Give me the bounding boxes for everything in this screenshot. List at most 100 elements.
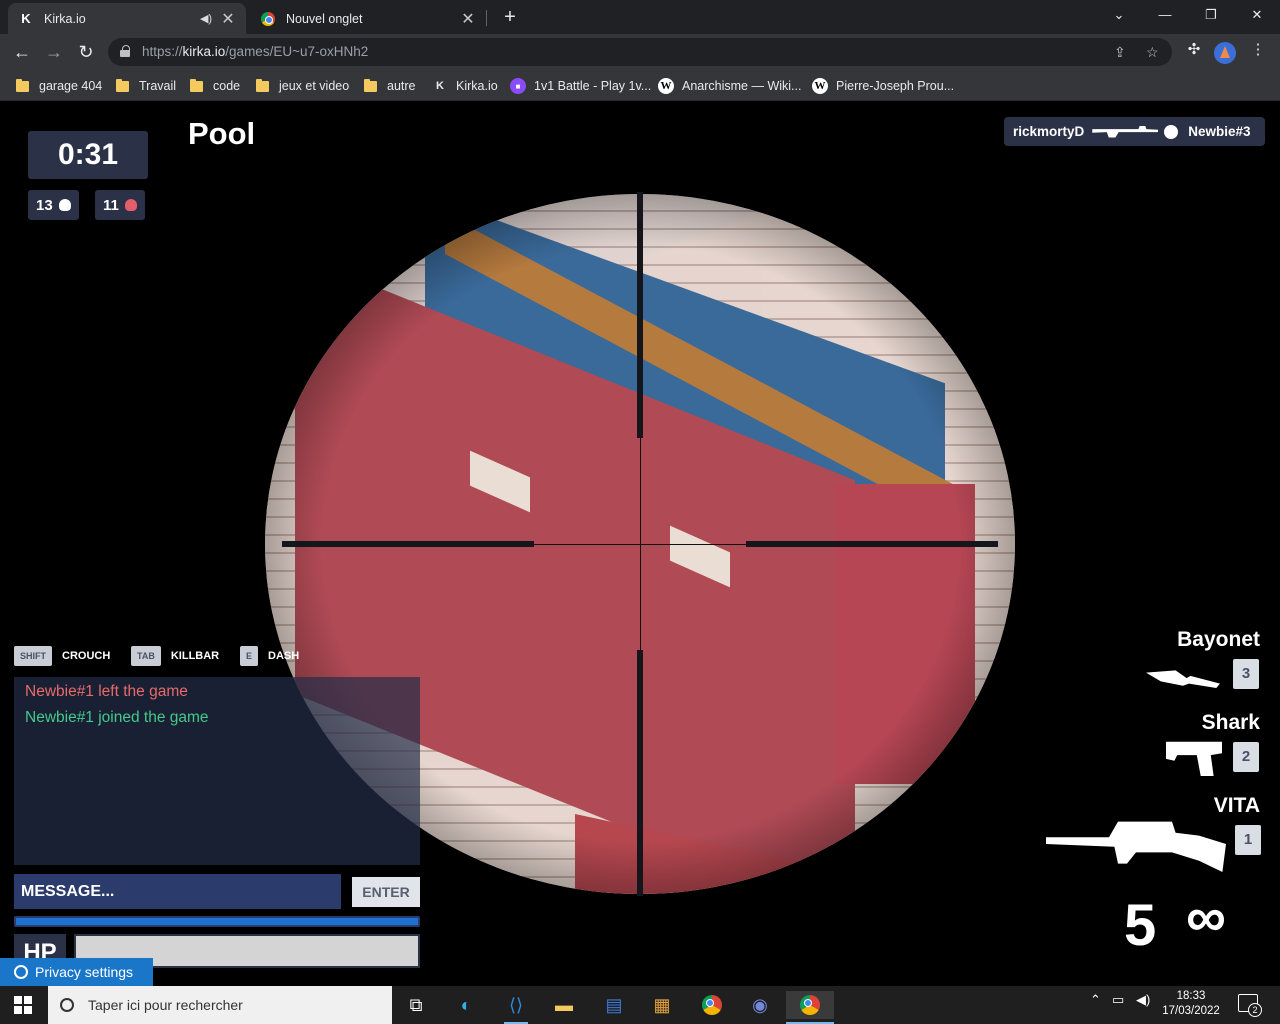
bookmark-kirka[interactable]: K Kirka.io bbox=[432, 76, 498, 96]
keycap-tab: TAB bbox=[131, 646, 161, 666]
taskbar-search[interactable]: Taper ici pour rechercher bbox=[48, 986, 392, 1024]
tab-search-icon[interactable]: ⌄ bbox=[1096, 0, 1142, 34]
privacy-settings-button[interactable]: Privacy settings bbox=[0, 958, 153, 986]
back-button[interactable]: ← bbox=[8, 38, 36, 66]
new-tab-button[interactable]: + bbox=[498, 5, 522, 29]
reload-button[interactable]: ↻ bbox=[72, 38, 100, 66]
share-icon[interactable]: ⇪ bbox=[1114, 44, 1126, 61]
volume-icon[interactable]: ◀) bbox=[1136, 992, 1150, 1008]
bookmark-1v1-battle[interactable]: ■ 1v1 Battle - Play 1v... bbox=[510, 76, 651, 96]
search-icon bbox=[60, 998, 74, 1012]
chat-enter-button[interactable]: ENTER bbox=[352, 877, 420, 907]
menu-icon[interactable]: ⋮ bbox=[1246, 40, 1270, 58]
bookmark-autre[interactable]: autre bbox=[364, 76, 416, 96]
bookmark-code[interactable]: code bbox=[190, 76, 240, 96]
tab-new-tab[interactable]: Nouvel onglet ✕ bbox=[250, 3, 486, 34]
profile-avatar[interactable] bbox=[1214, 42, 1236, 64]
notification-badge: 2 bbox=[1248, 1003, 1262, 1017]
crosshair-line bbox=[534, 544, 746, 545]
folder-icon bbox=[16, 78, 29, 92]
notepad-icon[interactable]: ▤ bbox=[600, 991, 628, 1019]
bookmark-proudhon[interactable]: W Pierre-Joseph Prou... bbox=[812, 76, 954, 96]
search-placeholder: Taper ici pour rechercher bbox=[88, 997, 243, 1013]
privacy-label: Privacy settings bbox=[35, 964, 134, 980]
hint-crouch: SHIFT CROUCH bbox=[14, 646, 110, 666]
speaker-icon[interactable]: ◀) bbox=[198, 12, 214, 25]
bookmark-star-icon[interactable]: ☆ bbox=[1146, 44, 1159, 61]
folder-icon bbox=[364, 78, 377, 92]
address-bar[interactable]: https://kirka.io/games/EU~u7-oxHNh2 ⇪ ☆ bbox=[108, 38, 1172, 66]
forward-button[interactable]: → bbox=[40, 38, 68, 66]
hint-label: CROUCH bbox=[62, 650, 111, 662]
chat-message: Newbie#1 left the game bbox=[25, 683, 188, 700]
keycap-shift: SHIFT bbox=[14, 646, 52, 666]
file-explorer-icon[interactable]: ▬ bbox=[550, 991, 578, 1019]
chevron-up-icon[interactable]: ⌃ bbox=[1090, 992, 1101, 1008]
skull-icon bbox=[58, 199, 71, 211]
browser-toolbar: ← → ↻ https://kirka.io/games/EU~u7-oxHNh… bbox=[0, 34, 1280, 70]
hint-killbar: TAB KILLBAR bbox=[131, 646, 219, 666]
sniper-rifle-icon bbox=[1092, 125, 1159, 138]
hint-dash: E DASH bbox=[240, 646, 299, 666]
victim-name: Newbie#3 bbox=[1188, 124, 1251, 139]
bookmark-travail[interactable]: Travail bbox=[116, 76, 176, 96]
hint-label: DASH bbox=[268, 650, 300, 662]
bookmark-garage-404[interactable]: garage 404 bbox=[16, 76, 102, 96]
tab-title: Kirka.io bbox=[44, 11, 86, 26]
close-window-button[interactable]: ✕ bbox=[1234, 0, 1280, 34]
chrome-icon[interactable] bbox=[698, 991, 726, 1019]
sniper-rifle-icon bbox=[1046, 821, 1226, 872]
network-icon[interactable]: ▭ bbox=[1112, 992, 1124, 1008]
weapon-name-bayonet: Bayonet bbox=[1177, 628, 1260, 651]
chat-log: Newbie#1 left the game Newbie#1 joined t… bbox=[14, 677, 420, 865]
deaths-counter: 11 bbox=[95, 190, 145, 220]
clock-time: 18:33 bbox=[1176, 990, 1206, 1002]
discord-icon[interactable]: ◉ bbox=[746, 991, 774, 1019]
extensions-icon[interactable]: ✣ bbox=[1182, 40, 1206, 58]
weapon-slot-2[interactable]: 2 bbox=[1233, 742, 1259, 772]
url-text[interactable]: https://kirka.io/games/EU~u7-oxHNh2 bbox=[142, 44, 368, 59]
gear-icon bbox=[14, 965, 28, 979]
close-tab-icon[interactable]: ✕ bbox=[220, 9, 236, 29]
minimize-button[interactable]: — bbox=[1142, 0, 1188, 34]
bookmarks-bar: garage 404 Travail code jeux et video au… bbox=[0, 70, 1280, 101]
pistol-icon bbox=[1166, 741, 1222, 776]
chat-message-input[interactable]: MESSAGE... bbox=[14, 874, 341, 909]
tab-kirka[interactable]: K Kirka.io ◀) ✕ bbox=[8, 3, 246, 34]
killfeed-entry: rickmortyD Newbie#3 bbox=[1004, 117, 1265, 146]
killer-name: rickmortyD bbox=[1013, 124, 1085, 139]
close-tab-icon[interactable]: ✕ bbox=[460, 9, 476, 29]
crosshair-post bbox=[746, 541, 998, 547]
rubiks-cube-icon[interactable]: ▦ bbox=[648, 991, 676, 1019]
kills-value: 13 bbox=[36, 196, 53, 214]
shield-bar bbox=[14, 916, 420, 927]
crosshair-post bbox=[637, 192, 643, 438]
weapon-name-vita: VITA bbox=[1213, 794, 1260, 817]
windows-taskbar: Taper ici pour rechercher ⧉ ◐ ⟨⟩ ▬ ▤ ▦ ◉… bbox=[0, 986, 1280, 1024]
map-name: Pool bbox=[188, 116, 256, 151]
bookmark-anarchisme[interactable]: W Anarchisme — Wiki... bbox=[658, 76, 801, 96]
lock-icon[interactable] bbox=[120, 45, 130, 57]
folder-icon bbox=[116, 78, 129, 92]
tab-title: Nouvel onglet bbox=[286, 11, 363, 26]
chrome-icon bbox=[260, 11, 276, 27]
system-clock[interactable]: 18:33 17/03/2022 bbox=[1156, 989, 1226, 1019]
wikipedia-icon: W bbox=[812, 78, 828, 94]
match-timer: 0:31 bbox=[28, 131, 148, 179]
deaths-value: 11 bbox=[103, 196, 119, 214]
weapon-slot-1[interactable]: 1 bbox=[1235, 825, 1261, 855]
edge-icon[interactable]: ◐ bbox=[452, 991, 480, 1019]
start-button[interactable] bbox=[14, 996, 32, 1014]
weapon-name-shark: Shark bbox=[1201, 711, 1260, 734]
crosshair-post bbox=[637, 650, 643, 896]
weapon-slot-3[interactable]: 3 bbox=[1233, 659, 1259, 689]
screen: K Kirka.io ◀) ✕ Nouvel onglet ✕ + ⌄ — ❐ … bbox=[0, 0, 1280, 1024]
kirka-icon: K bbox=[21, 11, 31, 26]
restore-button[interactable]: ❐ bbox=[1188, 0, 1234, 34]
chrome-active-icon[interactable] bbox=[786, 991, 834, 1024]
vscode-icon[interactable]: ⟨⟩ bbox=[502, 991, 530, 1024]
skull-icon bbox=[1164, 124, 1179, 139]
task-view-icon[interactable]: ⧉ bbox=[402, 991, 430, 1019]
game-viewport[interactable]: 0:31 13 11 Pool rickmortyD Newbie#3 SHIF… bbox=[0, 102, 1280, 986]
bookmark-jeux-et-video[interactable]: jeux et video bbox=[256, 76, 349, 96]
